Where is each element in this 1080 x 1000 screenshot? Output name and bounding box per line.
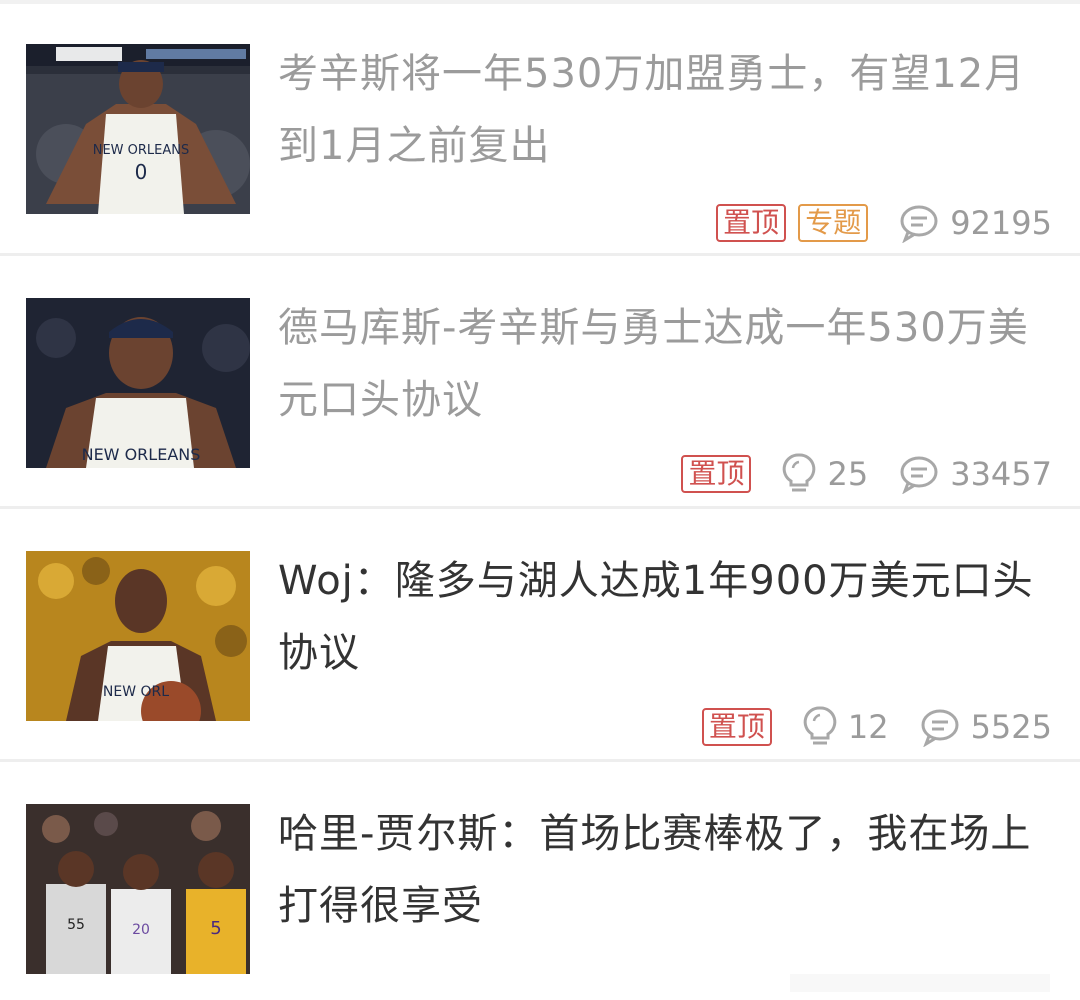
lightbulb-icon xyxy=(783,453,816,492)
comment-stat: 5525 xyxy=(919,707,1052,747)
news-item[interactable]: 55 20 5 哈里-贾尔斯：首场比赛棒极了，我在场上打得很享受 xyxy=(0,762,1080,1000)
pin-tag: 置顶 xyxy=(701,708,772,746)
comment-count: 33457 xyxy=(950,455,1052,493)
news-title[interactable]: 考辛斯将一年530万加盟勇士，有望12月到1月之前复出 xyxy=(278,38,1058,182)
svg-text:5: 5 xyxy=(210,918,221,939)
comment-count: 5525 xyxy=(970,708,1052,746)
svg-text:55: 55 xyxy=(67,917,85,933)
comment-count: 92195 xyxy=(950,204,1052,242)
news-title[interactable]: 德马库斯-考辛斯与勇士达成一年530万美元口头协议 xyxy=(278,292,1058,436)
player-with-ball-icon: NEW ORL xyxy=(26,551,250,721)
news-thumbnail: 55 20 5 xyxy=(26,804,250,974)
light-count: 25 xyxy=(827,455,869,493)
news-title[interactable]: Woj：隆多与湖人达成1年900万美元口头协议 xyxy=(278,545,1058,689)
news-item[interactable]: NEW ORLEANS 0 考辛斯将一年530万加盟勇士，有望12月到1月之前复… xyxy=(0,4,1080,256)
topic-tag[interactable]: 专题 xyxy=(798,204,869,242)
news-item[interactable]: NEW ORL Woj：隆多与湖人达成1年900万美元口头协议 置顶 12 55… xyxy=(0,509,1080,762)
pin-tag: 置顶 xyxy=(716,204,787,242)
svg-text:0: 0 xyxy=(135,160,148,184)
svg-text:NEW ORLEANS: NEW ORLEANS xyxy=(93,143,190,158)
light-count: 12 xyxy=(847,708,889,746)
news-title[interactable]: 哈里-贾尔斯：首场比赛棒极了，我在场上打得很享受 xyxy=(278,798,1058,942)
comment-stat: 33457 xyxy=(898,454,1052,494)
pin-tag: 置顶 xyxy=(681,455,752,493)
players-on-court-icon: 55 20 5 xyxy=(26,804,250,974)
light-stat: 12 xyxy=(802,705,889,749)
news-thumbnail: NEW ORLEANS 0 xyxy=(26,44,250,214)
svg-text:NEW ORL: NEW ORL xyxy=(103,684,169,700)
watermark-icon xyxy=(790,974,1050,992)
comment-bubble-icon xyxy=(921,709,959,747)
light-stat: 25 xyxy=(781,452,868,496)
player-photo-icon: NEW ORLEANS 0 xyxy=(26,44,250,214)
player-portrait-icon: NEW ORLEANS xyxy=(26,298,250,468)
svg-text:NEW ORLEANS: NEW ORLEANS xyxy=(82,445,201,464)
news-meta: 置顶 专题 92195 xyxy=(716,201,1052,245)
news-thumbnail: NEW ORLEANS xyxy=(26,298,250,468)
lightbulb-icon xyxy=(803,706,837,745)
news-thumbnail: NEW ORL xyxy=(26,551,250,721)
news-item[interactable]: NEW ORLEANS 德马库斯-考辛斯与勇士达成一年530万美元口头协议 置顶… xyxy=(0,256,1080,509)
comment-bubble-icon xyxy=(900,205,938,243)
news-meta: 置顶 12 5525 xyxy=(701,705,1052,749)
comment-bubble-icon xyxy=(900,456,938,494)
svg-text:20: 20 xyxy=(132,922,150,938)
comment-stat: 92195 xyxy=(898,203,1052,243)
news-meta: 置顶 25 33457 xyxy=(681,452,1052,496)
